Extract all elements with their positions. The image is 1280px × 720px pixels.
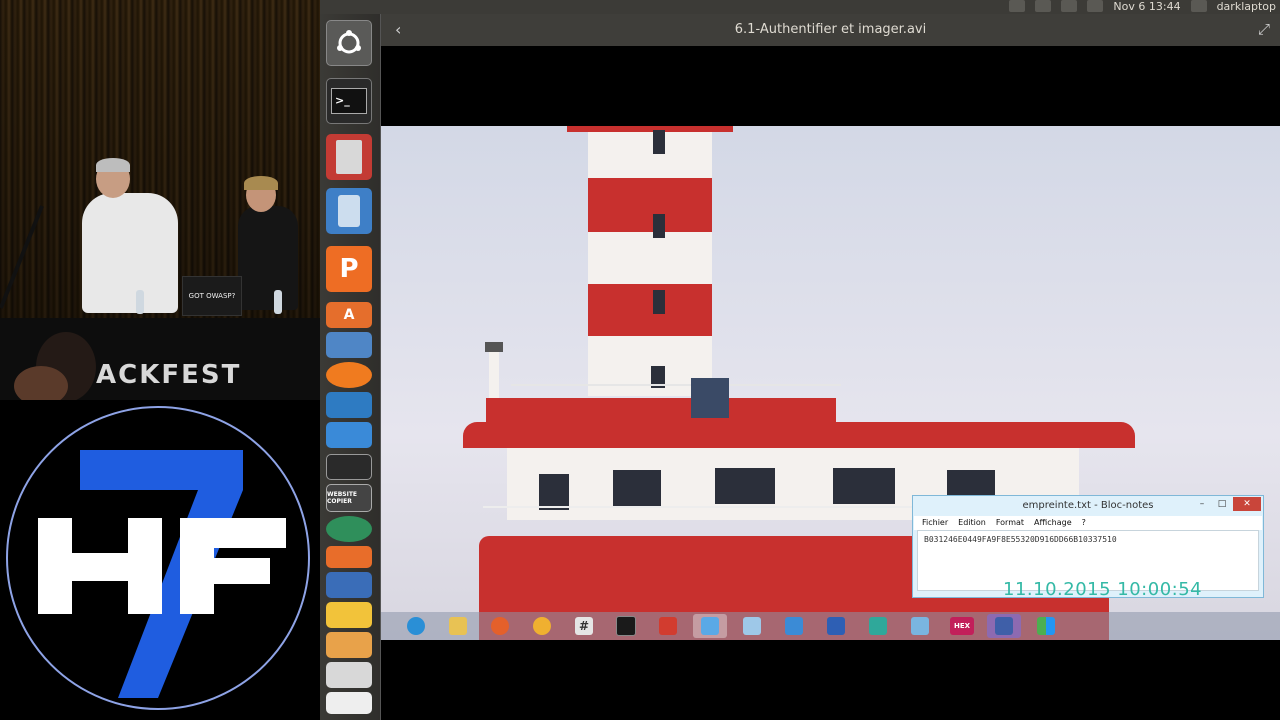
building-window <box>539 474 569 510</box>
roof-rim <box>463 422 1135 448</box>
unity-launcher: >_ P A WEBSITE COPIER <box>320 14 381 720</box>
lighthouse-band-red <box>588 178 712 232</box>
menu-edition[interactable]: Edition <box>958 516 986 530</box>
document-viewer-icon[interactable] <box>326 392 372 418</box>
speaker-1-hair <box>96 158 130 172</box>
globe-tool-icon[interactable] <box>326 516 372 542</box>
clock[interactable]: Nov 6 13:44 <box>1113 0 1180 13</box>
windows-taskbar: # HEX <box>381 612 1280 640</box>
fullscreen-icon[interactable]: ⤢ <box>1258 20 1270 38</box>
menu-affichage[interactable]: Affichage <box>1034 516 1072 530</box>
mail-icon[interactable] <box>1087 0 1104 12</box>
upper-railing <box>511 384 841 386</box>
lighthouse-band-white <box>588 126 712 178</box>
bucket-icon[interactable] <box>326 662 372 688</box>
vlc-icon[interactable] <box>326 362 372 388</box>
compass-icon[interactable] <box>525 614 559 638</box>
window-icon[interactable] <box>693 614 727 638</box>
system-tray: Nov 6 13:44 darklaptop <box>1009 0 1280 14</box>
lighthouse-band-white <box>588 232 712 284</box>
speaker-2-hair <box>244 176 278 190</box>
ie-icon[interactable] <box>399 614 433 638</box>
stack-blue-icon[interactable] <box>326 422 372 448</box>
minimize-button[interactable]: – <box>1193 497 1211 511</box>
water-bottle <box>274 290 282 314</box>
website-copier-icon[interactable]: WEBSITE COPIER <box>326 484 372 512</box>
lighthouse-window <box>653 214 665 238</box>
folder-tool-icon[interactable] <box>903 614 937 638</box>
username[interactable]: darklaptop <box>1217 0 1276 13</box>
p-app-icon[interactable]: P <box>326 246 372 292</box>
stage-banner: ACKFEST <box>96 360 242 390</box>
maximize-button[interactable]: □ <box>1213 497 1231 511</box>
doc-icon[interactable] <box>735 614 769 638</box>
menu-fichier[interactable]: Fichier <box>922 516 948 530</box>
speaker-2 <box>238 206 298 310</box>
lighthouse-window <box>653 130 665 154</box>
explorer-icon[interactable] <box>441 614 475 638</box>
fog-horn <box>485 342 503 352</box>
speaker-icon[interactable] <box>326 188 372 234</box>
grid-tool-icon[interactable] <box>861 614 895 638</box>
software-center-icon[interactable]: A <box>326 302 372 328</box>
camera-icon[interactable] <box>987 614 1021 638</box>
user-tool-icon[interactable] <box>819 614 853 638</box>
notes-icon[interactable] <box>326 632 372 658</box>
audience-head <box>14 366 68 400</box>
stage-camera-feed: GOT OWASP? ACKFEST <box>0 0 320 400</box>
firefox-icon[interactable] <box>483 614 517 638</box>
building-window <box>613 470 661 506</box>
menu-help[interactable]: ? <box>1082 516 1086 530</box>
video-timestamp: 11.10.2015 10:00:54 <box>1003 579 1203 600</box>
fog-horn-post <box>489 348 499 400</box>
network-icon[interactable] <box>777 614 811 638</box>
tool-icon[interactable] <box>326 454 372 480</box>
file-cabinet-icon[interactable] <box>326 134 372 180</box>
hf7-logo <box>6 406 310 710</box>
video-title: 6.1-Authentifier et imager.avi <box>734 22 927 37</box>
hex-workshop-icon[interactable]: HEX <box>945 614 979 638</box>
lighthouse-top-rim <box>567 126 733 132</box>
stack-tool-icon[interactable] <box>326 546 372 568</box>
window-controls: – □ ✕ <box>1193 497 1261 511</box>
hf7-logo-graphic <box>38 450 286 698</box>
lighthouse-window <box>653 290 665 314</box>
keyboard-icon[interactable] <box>1035 0 1052 12</box>
user-monitor-icon[interactable] <box>1190 0 1207 12</box>
mail-tool-icon[interactable] <box>326 572 372 598</box>
tiles-icon[interactable] <box>1029 614 1063 638</box>
water-bottle <box>136 290 144 314</box>
dc-icon[interactable] <box>651 614 685 638</box>
logo-f-mid <box>180 558 270 584</box>
video-window-titlebar: ‹ 6.1-Authentifier et imager.avi ⤢ <box>381 14 1280 46</box>
close-button[interactable]: ✕ <box>1233 497 1261 511</box>
cmd-icon[interactable] <box>609 614 643 638</box>
laptop-sticker: GOT OWASP? <box>182 276 242 316</box>
funnel-icon[interactable] <box>326 602 372 628</box>
trash-icon[interactable] <box>326 692 372 714</box>
ubuntu-top-panel: Nov 6 13:44 darklaptop <box>320 0 1280 14</box>
notepad-menu-bar: Fichier Edition Format Affichage ? <box>914 516 1262 530</box>
dash-icon[interactable] <box>326 20 372 66</box>
logo-h-mid <box>38 553 138 581</box>
terminal-icon[interactable]: >_ <box>326 78 372 124</box>
stacked-app-icon[interactable] <box>326 332 372 358</box>
hash-icon[interactable]: # <box>567 614 601 638</box>
logo-h-right <box>128 518 162 614</box>
speaker-1 <box>82 193 178 313</box>
building-window <box>715 468 775 504</box>
logo-f-top <box>180 518 286 548</box>
network-icon[interactable] <box>1009 0 1026 12</box>
building-window <box>833 468 895 504</box>
battery-icon[interactable] <box>1061 0 1078 12</box>
menu-format[interactable]: Format <box>996 516 1024 530</box>
lighthouse-band-red <box>588 284 712 336</box>
solar-panel <box>691 378 729 418</box>
